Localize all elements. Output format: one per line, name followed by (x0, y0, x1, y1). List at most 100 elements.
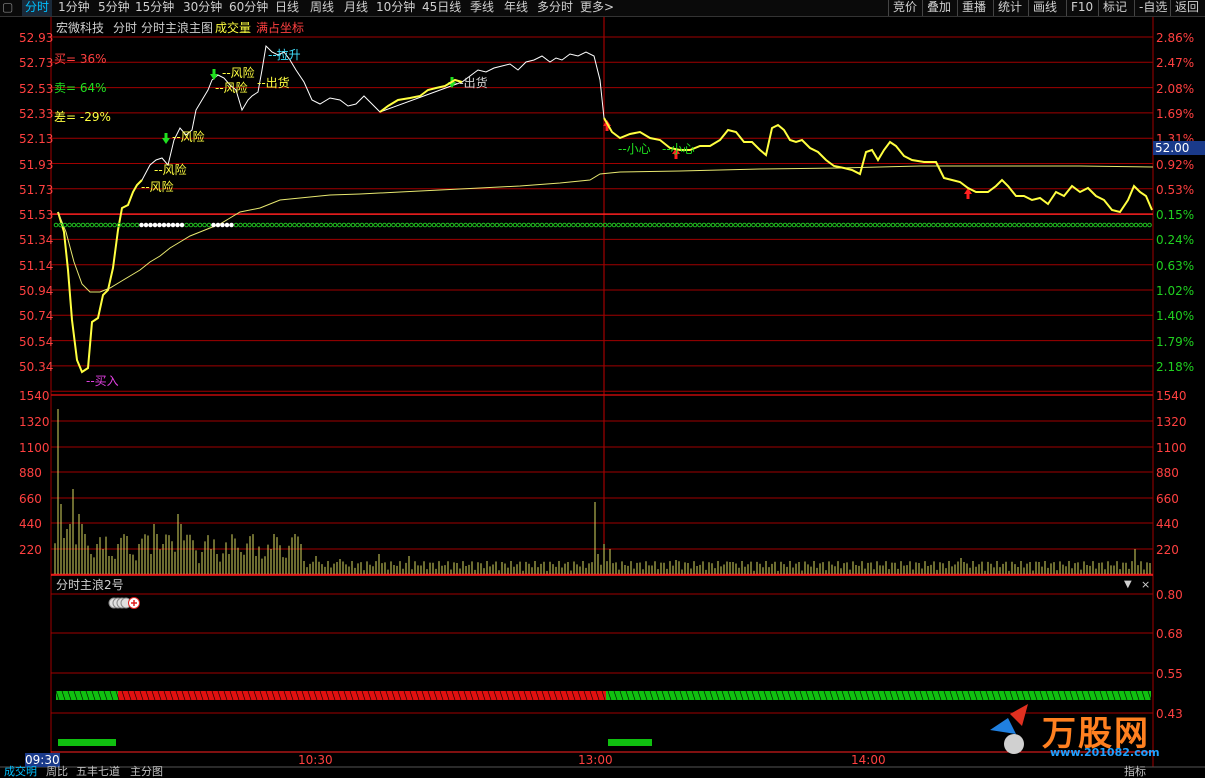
signal-circle (157, 222, 162, 228)
period-tab[interactable]: 1分钟 (58, 0, 90, 16)
annotation-ship-1: --出货 (257, 76, 290, 90)
toolbar-right-button[interactable]: 画线 (1028, 0, 1061, 16)
period-tab[interactable]: 月线 (344, 0, 368, 16)
price-axis-label: 51.53 (19, 208, 54, 223)
signal-circle (629, 222, 635, 228)
signal-circle (904, 222, 909, 228)
signal-circle (112, 222, 117, 228)
period-tab[interactable]: 30分钟 (183, 0, 222, 16)
signal-circle (449, 222, 455, 228)
signal-circle (827, 222, 833, 228)
signal-circle (485, 222, 491, 228)
stock-name: 宏微科技 (56, 21, 105, 35)
toolbar-right-button[interactable]: 重播 (957, 0, 990, 16)
period-tab[interactable]: 分时 (22, 0, 53, 16)
toolbar-right-button[interactable]: 竞价 (888, 0, 921, 16)
annotation-buy-in: --买入 (86, 374, 119, 388)
signal-circle (436, 222, 441, 228)
period-tab[interactable]: 多分时 (537, 0, 573, 16)
signal-circle (499, 222, 504, 228)
signal-circle (634, 222, 639, 228)
signal-circle (503, 222, 509, 228)
signal-circle (832, 222, 837, 228)
toolbar-right-button[interactable]: F10 (1066, 0, 1097, 16)
period-tab[interactable]: 15分钟 (135, 0, 174, 16)
signal-circle (854, 222, 860, 228)
percent-axis-label: 2.86% (1156, 31, 1195, 45)
annotation-risk-3: --风险 (172, 130, 205, 144)
intraday-chart[interactable] (0, 0, 1205, 777)
signal-circle (301, 222, 306, 228)
bottom-tab[interactable]: 五丰七道 (76, 766, 120, 777)
signal-circle (71, 222, 77, 228)
toolbar-right-button[interactable]: 返回 (1170, 0, 1203, 16)
signal-circle (562, 222, 567, 228)
signal-circle (724, 222, 729, 228)
period-tab[interactable]: 年线 (504, 0, 528, 16)
indicator-tab[interactable]: 指标 (1124, 766, 1146, 777)
period-tab[interactable]: 更多> (580, 0, 614, 16)
price-axis-label: 52.93 (19, 31, 54, 45)
sub-panel-title[interactable]: 分时主浪2号 (56, 578, 124, 592)
period-tab[interactable]: 45日线 (422, 0, 461, 16)
price-axis-label: 52.33 (19, 106, 54, 121)
period-tab[interactable]: 5分钟 (98, 0, 130, 16)
signal-circle (382, 222, 387, 228)
signal-circle (260, 222, 266, 228)
signal-circle (962, 222, 968, 228)
signal-circle (184, 222, 189, 228)
signal-circle (544, 222, 549, 228)
signal-circle (1102, 222, 1107, 228)
signal-circle (251, 222, 257, 228)
signal-circle (625, 222, 630, 228)
toolbar-menu-icon[interactable]: ▢ (2, 0, 13, 16)
period-tab[interactable]: 10分钟 (376, 0, 415, 16)
signal-circle (80, 222, 86, 228)
sub-panel-close-icon[interactable]: × (1141, 578, 1150, 592)
signal-circle (1111, 222, 1116, 228)
annotation-careful-1: --小心 (618, 142, 651, 156)
signal-circle (1079, 222, 1085, 228)
period-tab[interactable]: 60分钟 (229, 0, 268, 16)
signal-circle (346, 222, 351, 228)
signal-circle (238, 222, 243, 228)
percent-axis-label: 0.15% (1156, 208, 1195, 223)
period-tab[interactable]: 季线 (470, 0, 494, 16)
volume-axis-label: 1320 (19, 415, 50, 429)
signal-circle (148, 222, 153, 228)
signal-circle (319, 222, 324, 228)
signal-circle (1003, 222, 1008, 228)
bottom-tab[interactable]: 成交明 (4, 766, 37, 777)
period-tab[interactable]: 周线 (310, 0, 334, 16)
signal-circle (1070, 222, 1076, 228)
time-axis-label: 14:00 (851, 753, 886, 767)
indicator-name[interactable]: 分时主浪主图 (141, 19, 213, 36)
signal-circle (431, 222, 437, 228)
down-arrow-icon (162, 133, 170, 144)
signal-circle (872, 222, 878, 228)
signal-circle (994, 222, 999, 228)
toolbar-right-button[interactable]: 叠加 (922, 0, 955, 16)
signal-circle (656, 222, 662, 228)
bottom-tab[interactable]: 主分图 (130, 766, 163, 777)
signal-circle (170, 222, 176, 228)
sub-panel-menu-icon[interactable]: ▼ (1124, 578, 1132, 592)
fill-coordinate-label[interactable]: 满占坐标 (256, 19, 304, 36)
period-tab[interactable]: 日线 (275, 0, 299, 16)
down-arrow-icon (210, 69, 218, 80)
bottom-tab[interactable]: 周比 (46, 766, 68, 777)
signal-circle (1034, 222, 1040, 228)
signal-circle (287, 222, 293, 228)
percent-axis-label: 1.79% (1156, 334, 1195, 349)
toolbar-right-button[interactable]: 统计 (993, 0, 1026, 16)
toolbar-right-button[interactable]: 标记 (1098, 0, 1131, 16)
signal-circle (647, 222, 653, 228)
signal-circle (535, 222, 540, 228)
signal-circle (355, 222, 360, 228)
period-toolbar: 分时 1分钟 5分钟 15分钟 30分钟 60分钟 日线 周线 月线 10分钟 45日线 季线 年线 多分… (0, 0, 1205, 17)
percent-axis-label: 1.40% (1156, 309, 1195, 324)
toolbar-right-button[interactable]: -自选 (1134, 0, 1171, 16)
buy-ratio: 买= 36% (54, 52, 107, 66)
volume-label: 成交量 (215, 21, 252, 35)
percent-axis-label: 0.24% (1156, 233, 1195, 248)
